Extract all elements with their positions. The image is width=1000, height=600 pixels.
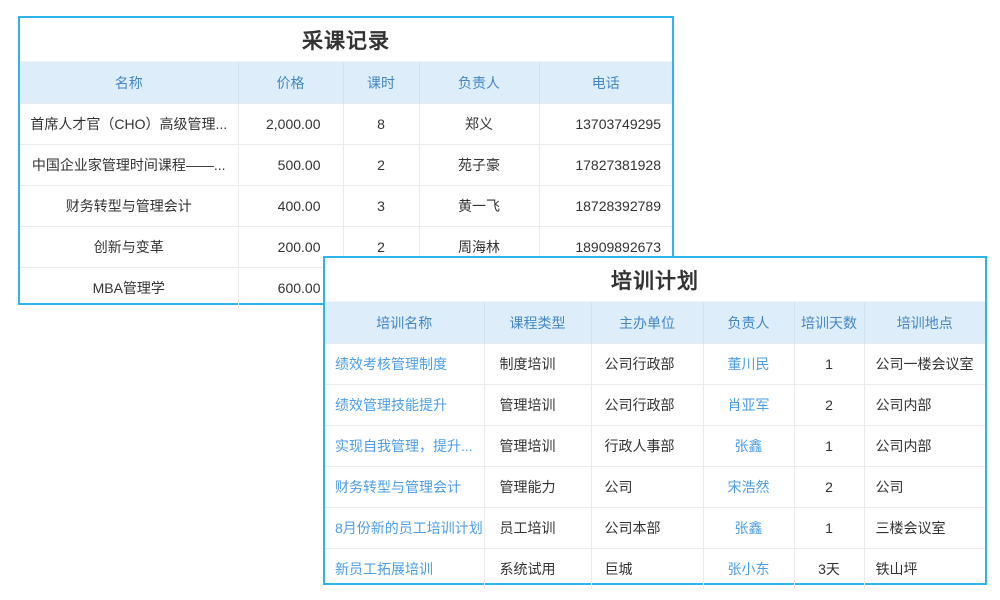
table-row: 实现自我管理，提升... 管理培训 行政人事部 张鑫 1 公司内部 — [325, 426, 985, 467]
cell-hours: 8 — [343, 104, 419, 145]
header-cell-manager: 负责人 — [703, 302, 794, 344]
cell-days: 1 — [794, 344, 864, 385]
cell-course-name: 财务转型与管理会计 — [20, 186, 238, 227]
cell-course-type: 系统试用 — [484, 549, 591, 590]
cell-course-type: 管理能力 — [484, 467, 591, 508]
cell-organizer: 公司行政部 — [591, 344, 703, 385]
cell-days: 1 — [794, 426, 864, 467]
cell-manager: 黄一飞 — [419, 186, 539, 227]
training-name-link[interactable]: 实现自我管理，提升... — [325, 426, 484, 467]
cell-location: 公司内部 — [864, 426, 985, 467]
header-cell-phone: 电话 — [539, 62, 672, 104]
cell-manager: 郑义 — [419, 104, 539, 145]
header-cell-location: 培训地点 — [864, 302, 985, 344]
cell-course-type: 管理培训 — [484, 385, 591, 426]
header-cell-price: 价格 — [238, 62, 343, 104]
cell-organizer: 行政人事部 — [591, 426, 703, 467]
manager-link[interactable]: 张小东 — [703, 549, 794, 590]
cell-organizer: 公司 — [591, 467, 703, 508]
training-name-link[interactable]: 新员工拓展培训 — [325, 549, 484, 590]
manager-link[interactable]: 董川民 — [703, 344, 794, 385]
training-name-link[interactable]: 财务转型与管理会计 — [325, 467, 484, 508]
cell-hours: 3 — [343, 186, 419, 227]
table-row: 财务转型与管理会计 管理能力 公司 宋浩然 2 公司 — [325, 467, 985, 508]
cell-hours: 2 — [343, 145, 419, 186]
cell-manager: 苑子豪 — [419, 145, 539, 186]
manager-link[interactable]: 张鑫 — [703, 508, 794, 549]
table-row: 财务转型与管理会计 400.00 3 黄一飞 18728392789 — [20, 186, 672, 227]
cell-phone: 17827381928 — [539, 145, 672, 186]
cell-price: 500.00 — [238, 145, 343, 186]
table-row: 新员工拓展培训 系统试用 巨城 张小东 3天 铁山坪 — [325, 549, 985, 590]
cell-location: 公司一楼会议室 — [864, 344, 985, 385]
cell-days: 3天 — [794, 549, 864, 590]
purchase-card-title: 采课记录 — [20, 18, 672, 62]
manager-link[interactable]: 肖亚军 — [703, 385, 794, 426]
header-cell-course-type: 课程类型 — [484, 302, 591, 344]
cell-course-type: 管理培训 — [484, 426, 591, 467]
cell-course-name: 首席人才官（CHO）高级管理... — [20, 104, 238, 145]
table-row: 中国企业家管理时间课程——... 500.00 2 苑子豪 1782738192… — [20, 145, 672, 186]
cell-price: 2,000.00 — [238, 104, 343, 145]
header-cell-organizer: 主办单位 — [591, 302, 703, 344]
table-row: 8月份新的员工培训计划 员工培训 公司本部 张鑫 1 三楼会议室 — [325, 508, 985, 549]
training-plan-card: 培训计划 培训名称 课程类型 主办单位 负责人 培训天数 培训地点 绩效考核管理… — [323, 256, 987, 585]
cell-location: 公司 — [864, 467, 985, 508]
header-cell-training-name: 培训名称 — [325, 302, 484, 344]
cell-phone: 18728392789 — [539, 186, 672, 227]
training-name-link[interactable]: 绩效管理技能提升 — [325, 385, 484, 426]
cell-course-name: 创新与变革 — [20, 227, 238, 268]
training-card-title: 培训计划 — [325, 258, 985, 302]
cell-location: 铁山坪 — [864, 549, 985, 590]
cell-location: 公司内部 — [864, 385, 985, 426]
cell-organizer: 公司本部 — [591, 508, 703, 549]
cell-course-name: MBA管理学 — [20, 268, 238, 309]
header-cell-name: 名称 — [20, 62, 238, 104]
cell-course-name: 中国企业家管理时间课程——... — [20, 145, 238, 186]
header-cell-days: 培训天数 — [794, 302, 864, 344]
table-row: 绩效考核管理制度 制度培训 公司行政部 董川民 1 公司一楼会议室 — [325, 344, 985, 385]
cell-course-type: 员工培训 — [484, 508, 591, 549]
manager-link[interactable]: 张鑫 — [703, 426, 794, 467]
table-row: 绩效管理技能提升 管理培训 公司行政部 肖亚军 2 公司内部 — [325, 385, 985, 426]
training-name-link[interactable]: 8月份新的员工培训计划 — [325, 508, 484, 549]
cell-course-type: 制度培训 — [484, 344, 591, 385]
purchase-header-row: 名称 价格 课时 负责人 电话 — [20, 62, 672, 104]
cell-price: 400.00 — [238, 186, 343, 227]
training-header-row: 培训名称 课程类型 主办单位 负责人 培训天数 培训地点 — [325, 302, 985, 344]
training-name-link[interactable]: 绩效考核管理制度 — [325, 344, 484, 385]
header-cell-manager: 负责人 — [419, 62, 539, 104]
cell-days: 2 — [794, 467, 864, 508]
cell-days: 2 — [794, 385, 864, 426]
cell-organizer: 巨城 — [591, 549, 703, 590]
manager-link[interactable]: 宋浩然 — [703, 467, 794, 508]
cell-location: 三楼会议室 — [864, 508, 985, 549]
header-cell-hours: 课时 — [343, 62, 419, 104]
table-row: 首席人才官（CHO）高级管理... 2,000.00 8 郑义 13703749… — [20, 104, 672, 145]
cell-organizer: 公司行政部 — [591, 385, 703, 426]
training-table: 培训名称 课程类型 主办单位 负责人 培训天数 培训地点 绩效考核管理制度 制度… — [325, 302, 985, 589]
cell-days: 1 — [794, 508, 864, 549]
cell-phone: 13703749295 — [539, 104, 672, 145]
